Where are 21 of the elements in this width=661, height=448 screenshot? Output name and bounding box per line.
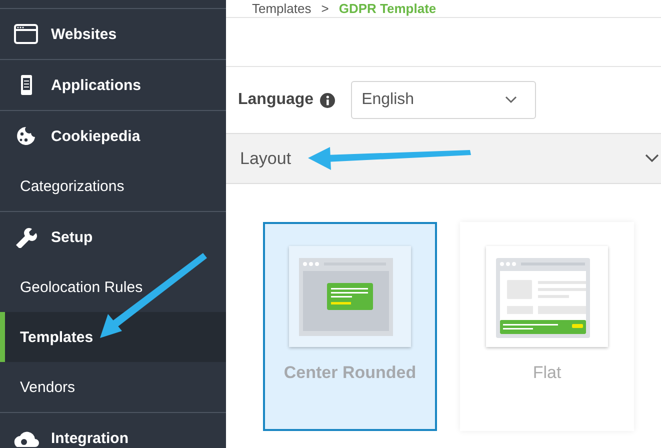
accordion-header[interactable]: Layout: [226, 133, 661, 184]
language-label: Language: [238, 91, 314, 109]
info-icon: [320, 92, 335, 108]
browser-icon: [13, 23, 39, 45]
breadcrumb-item: GDPR Template: [338, 1, 436, 16]
breadcrumb-item[interactable]: Templates: [252, 1, 312, 16]
option-label: Center Rounded: [284, 363, 416, 383]
sidebar-item[interactable]: Geolocation Rules: [0, 262, 226, 312]
language-select[interactable]: English: [350, 81, 536, 119]
sidebar-item[interactable]: Cookiepedia: [0, 111, 226, 161]
option-label: Flat: [532, 363, 562, 383]
chevron-down-icon: [645, 154, 659, 163]
sidebar-item[interactable]: Websites: [0, 9, 226, 59]
chevron-down-icon: [504, 96, 517, 104]
sidebar-item[interactable]: Applications: [0, 60, 226, 110]
breadcrumb-separator: >: [321, 1, 329, 16]
sidebar-item[interactable]: Vendors: [0, 362, 226, 412]
sidebar-item[interactable]: Templates: [0, 312, 226, 362]
sidebar-item[interactable]: Setup: [0, 212, 226, 262]
sidebar-item[interactable]: Categorizations: [0, 161, 226, 211]
sidebar-item[interactable]: Integration: [0, 413, 226, 448]
